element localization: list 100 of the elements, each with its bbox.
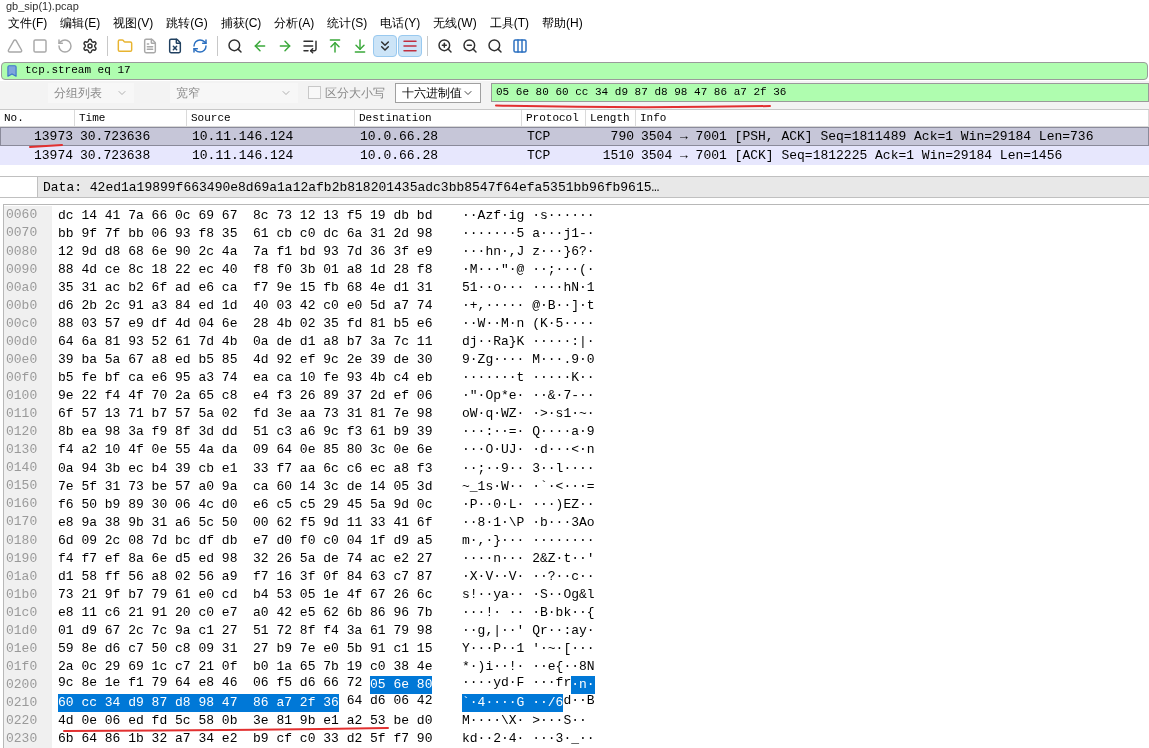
ascii-text[interactable]: d··B bbox=[563, 693, 595, 712]
hex-bytes[interactable]: 73 21 9f b7 79 61 e0 cd b4 53 05 1e 4f 67 26 6c bbox=[58, 587, 433, 601]
column-header[interactable]: Source bbox=[187, 110, 355, 127]
ascii-text[interactable]: ··;··9·· 3··l···· bbox=[462, 461, 595, 475]
ascii-text[interactable]: ~_1s·W·· ·`·<···= bbox=[462, 479, 595, 493]
ascii-text[interactable]: `·4····G ··/6 bbox=[462, 693, 564, 712]
ascii-text[interactable]: ··g,|··' Qr··:ay· bbox=[462, 624, 595, 638]
hex-bytes[interactable]: 64 6a 81 93 52 61 7d 4b 0a de d1 a8 b7 3a 7c 11 bbox=[58, 335, 433, 349]
table-cell: 790 bbox=[610, 129, 634, 145]
byte-offset: 00d0 bbox=[6, 332, 38, 351]
ascii-text[interactable]: ·n· bbox=[571, 675, 595, 694]
menu-item[interactable]: 工具(T) bbox=[489, 13, 529, 32]
menu-item[interactable]: 捕获(C) bbox=[220, 13, 262, 32]
hex-bytes[interactable]: 01 d9 67 2c 7c 9a c1 27 51 72 8f f4 3a 61 79 98 bbox=[58, 624, 433, 638]
ascii-text[interactable]: kd··2·4· ···3·_·· bbox=[462, 732, 595, 746]
hex-bytes[interactable]: 60 cc 34 d9 87 d8 98 47 86 a7 2f 36 bbox=[58, 693, 339, 712]
hex-bytes[interactable]: f6 50 b9 89 30 06 4c d0 e6 c5 c5 29 45 5a 9d 0c bbox=[58, 497, 433, 511]
hex-bytes[interactable]: 88 03 57 e9 df 4d 04 6e 28 4b 02 35 fd 81 b5 e6 bbox=[58, 317, 433, 331]
ascii-text[interactable]: 9·Zg···· M···.9·0 bbox=[462, 353, 595, 367]
ascii-text[interactable]: ·······5 a···j1-· bbox=[462, 226, 595, 240]
hex-bytes[interactable]: 4d 0e 06 ed fd 5c 58 0b 3e 81 9b e1 a2 53 be d0 bbox=[58, 714, 433, 728]
hex-bytes[interactable]: 35 31 ac b2 6f ad e6 ca f7 9e 15 fb 68 4e d1 31 bbox=[58, 280, 433, 294]
hex-bytes[interactable]: 88 4d ce 8c 18 22 ec 40 f8 f0 3b 01 a8 1d 28 f8 bbox=[58, 262, 433, 276]
menu-item[interactable]: 电话(Y) bbox=[380, 13, 421, 32]
menu-item[interactable]: 分析(A) bbox=[274, 13, 315, 32]
ascii-text[interactable]: ·X·V··V· ··?··c·· bbox=[462, 569, 595, 583]
menu-item[interactable]: 帮助(H) bbox=[542, 13, 583, 32]
byte-offset: 01c0 bbox=[6, 603, 38, 622]
ascii-text[interactable]: ··Azf·ig ·s······ bbox=[462, 208, 595, 222]
menu-item[interactable]: 文件(F) bbox=[8, 13, 48, 32]
hex-bytes[interactable]: 2a 0c 29 69 1c c7 21 0f b0 1a 65 7b 19 c0 38 4e bbox=[58, 660, 433, 674]
column-header[interactable]: No. bbox=[0, 110, 75, 127]
hex-bytes[interactable]: 6b 64 86 1b 32 a7 34 e2 b9 cf c0 33 d2 5f f7 90 bbox=[58, 732, 433, 746]
menu-item[interactable]: 编辑(E) bbox=[60, 13, 101, 32]
hex-bytes[interactable]: d1 58 ff 56 a8 02 56 a9 f7 16 3f 0f 84 63 c7 87 bbox=[58, 569, 433, 583]
hex-bytes[interactable]: 64 d6 06 42 bbox=[338, 693, 433, 712]
byte-offset: 0180 bbox=[6, 531, 38, 550]
toolbar-button[interactable] bbox=[373, 35, 397, 58]
table-cell: 3504 → 7001 [ACK] Seq=1812225 Ack=1 Win=29184 Len=1456 bbox=[641, 148, 1063, 164]
column-header[interactable]: Length bbox=[586, 110, 636, 127]
ascii-text[interactable]: m·,·}··· ········ bbox=[462, 533, 595, 547]
hex-bytes[interactable]: b5 fe bf ca e6 95 a3 74 ea ca 10 fe 93 4b c4 eb bbox=[58, 371, 433, 385]
hex-bytes[interactable]: e8 9a 38 9b 31 a6 5c 50 00 62 f5 9d 11 33 41 6f bbox=[58, 515, 433, 529]
packet-row[interactable]: 13973 30.723636 10.11.146.124 10.0.66.28 TCP 790 3504 → 7001 [PSH, ACK] Seq=1811489 Ack=1 Win=29184 Len=736 bbox=[0, 127, 1149, 147]
table-cell: 10.11.146.124 bbox=[192, 129, 294, 145]
ascii-text[interactable]: ·P··0·L· ···)EZ·· bbox=[462, 497, 595, 511]
search-field[interactable]: 05 6e 80 60 cc 34 d9 87 d8 98 47 86 a7 2f 36 bbox=[491, 83, 1149, 103]
column-header[interactable]: Info bbox=[636, 110, 1149, 127]
hex-bytes[interactable]: 59 8e d6 c7 50 c8 09 31 27 b9 7e e0 5b 91 c1 15 bbox=[58, 642, 433, 656]
hex-bytes[interactable]: 7e 5f 31 73 be 57 a0 9a ca 60 14 3c de 14 05 3d bbox=[58, 479, 433, 493]
ascii-text[interactable]: ·······t ·····K·· bbox=[462, 371, 595, 385]
toolbar-button[interactable] bbox=[398, 35, 422, 58]
hex-bytes[interactable]: 6f 57 13 71 b7 57 5a 02 fd 3e aa 73 31 81 7e 98 bbox=[58, 407, 433, 421]
ascii-text[interactable]: M····\X· >···S·· bbox=[462, 714, 587, 728]
ascii-text[interactable]: ····yd·F ···fr bbox=[462, 675, 572, 694]
ascii-text[interactable]: dj··Ra}K ·····:|· bbox=[462, 335, 595, 349]
hex-bytes[interactable]: 8b ea 98 3a f9 8f 3d dd 51 c3 a6 9c f3 61 b9 39 bbox=[58, 425, 433, 439]
hex-bytes[interactable]: 0a 94 3b ec b4 39 cb e1 33 f7 aa 6c c6 ec a8 f3 bbox=[58, 461, 433, 475]
ascii-text[interactable]: Y···P··1 '·~·[··· bbox=[462, 642, 595, 656]
hex-bytes[interactable]: 9c 8e 1e f1 79 64 e8 46 06 f5 d6 66 72 bbox=[58, 675, 371, 694]
ascii-text[interactable]: ·+,····· @·B··]·t bbox=[462, 298, 595, 312]
menu-item[interactable]: 无线(W) bbox=[433, 13, 477, 32]
ascii-text[interactable]: 51··o··· ····hN·1 bbox=[462, 280, 595, 294]
ascii-text[interactable]: s!··ya·· ·S··Og&l bbox=[462, 587, 595, 601]
display-filter-field[interactable]: tcp.stream eq 17 bbox=[1, 61, 1148, 80]
hex-bytes[interactable]: e8 11 c6 21 91 20 c0 e7 a0 42 e5 62 6b 86 96 7b bbox=[58, 606, 433, 620]
hex-bytes[interactable]: d6 2b 2c 91 a3 84 ed 1d 40 03 42 c0 e0 5d a7 74 bbox=[58, 298, 433, 312]
ascii-text[interactable]: ···O·UJ· ·d···<·n bbox=[462, 443, 595, 457]
hex-bytes[interactable]: 6d 09 2c 08 7d bc df db e7 d0 f0 c0 04 1f d9 a5 bbox=[58, 533, 433, 547]
column-header[interactable]: Destination bbox=[355, 110, 522, 127]
menu-item[interactable]: 视图(V) bbox=[113, 13, 154, 32]
column-header[interactable]: Protocol bbox=[522, 110, 586, 127]
ascii-text[interactable]: ···:··=· Q····a·9 bbox=[462, 425, 595, 439]
hex-bytes[interactable]: 39 ba 5a 67 a8 ed b5 85 4d 92 ef 9c 2e 39 de 30 bbox=[58, 353, 433, 367]
menu-item[interactable]: 统计(S) bbox=[327, 13, 368, 32]
hex-bytes[interactable]: 12 9d d8 68 6e 90 2c 4a 7a f1 bd 93 7d 36 3f e9 bbox=[58, 244, 433, 258]
ascii-text[interactable]: ·M···"·@ ··;···(· bbox=[462, 262, 595, 276]
ascii-text[interactable]: ··8·1·\P ·b···3Ao bbox=[462, 515, 595, 529]
reload-icon bbox=[192, 38, 208, 55]
checkbox-label: 区分大小写 bbox=[325, 84, 385, 102]
packet-row[interactable]: 13974 30.723638 10.11.146.124 10.0.66.28 TCP 1510 3504 → 7001 [ACK] Seq=1812225 Ack=1 Win=29184 Len=1456 bbox=[0, 146, 1149, 166]
hex-bytes[interactable]: f4 a2 10 4f 0e 55 4a da 09 64 0e 85 80 3c 0e 6e bbox=[58, 443, 433, 457]
menu-item[interactable]: 跳转(G) bbox=[166, 13, 208, 32]
column-header[interactable]: Time bbox=[75, 110, 187, 127]
ascii-text[interactable]: ··W··M·n (K·5···· bbox=[462, 317, 595, 331]
table-cell: 10.0.66.28 bbox=[360, 148, 438, 164]
byte-offset: 01a0 bbox=[6, 567, 38, 586]
ascii-text[interactable]: ·"·Op*e· ··&·7-·· bbox=[462, 389, 595, 403]
ascii-text[interactable]: ···hn·,J z···}6?· bbox=[462, 244, 595, 258]
hex-bytes[interactable]: dc 14 41 7a 66 0c 69 67 8c 73 12 13 f5 19 db bd bbox=[58, 208, 433, 222]
hex-bytes[interactable]: 05 6e 80 bbox=[370, 675, 433, 694]
ascii-text[interactable]: *·)i··!· ··e{··8N bbox=[462, 660, 595, 674]
dropdown[interactable]: 十六进制值 bbox=[395, 82, 481, 103]
restart-icon bbox=[57, 38, 73, 55]
hex-bytes[interactable]: f4 f7 ef 8a 6e d5 ed 98 32 26 5a de 74 ac e2 27 bbox=[58, 551, 433, 565]
ascii-text[interactable]: ···!· ·· ·B·bk··{ bbox=[462, 606, 595, 620]
ascii-text[interactable]: ····n··· 2&Z·t··' bbox=[462, 551, 595, 565]
hex-bytes[interactable]: 9e 22 f4 4f 70 2a 65 c8 e4 f3 26 89 37 2d ef 06 bbox=[58, 389, 433, 403]
ascii-text[interactable]: oW·q·WZ· ·>·s1·~· bbox=[462, 407, 595, 421]
hex-bytes[interactable]: bb 9f 7f bb 06 93 f8 35 61 cb c0 dc 6a 31 2d 98 bbox=[58, 226, 433, 240]
